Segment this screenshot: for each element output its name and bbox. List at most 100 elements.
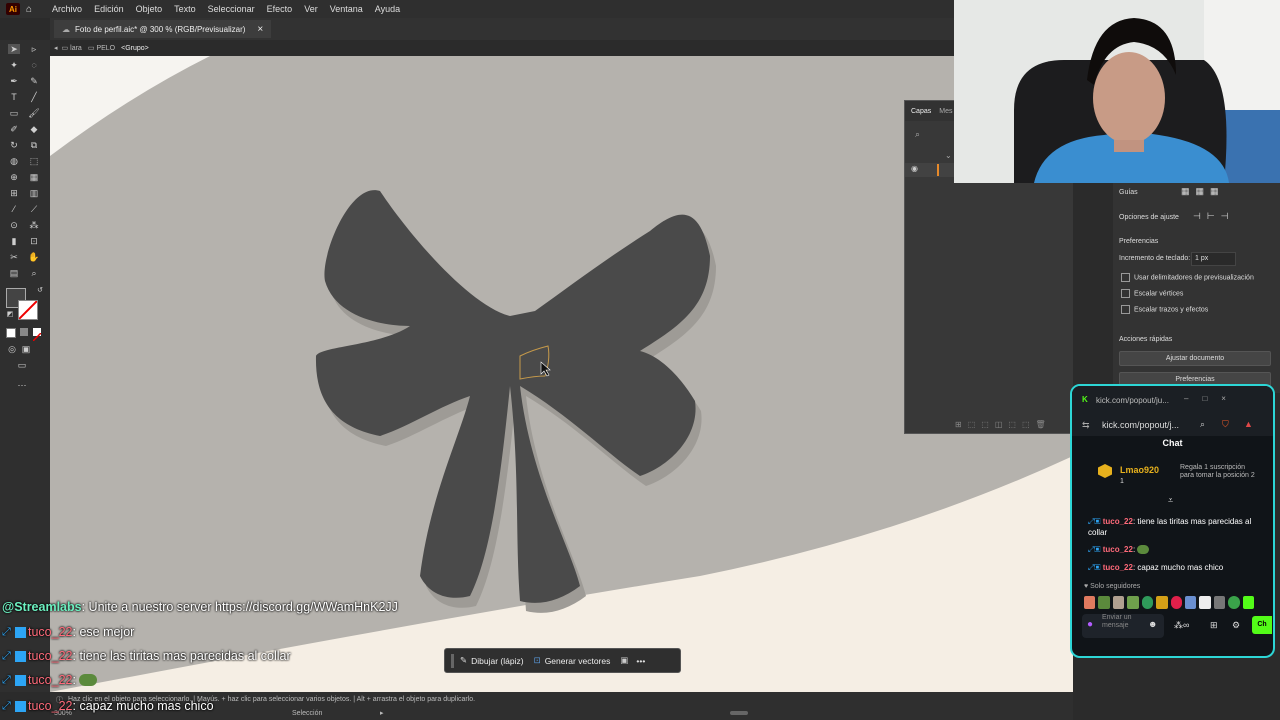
emote-icon[interactable] [1098, 596, 1110, 609]
emote-icon[interactable] [1213, 596, 1226, 609]
direct-selection-tool-icon[interactable]: ▹ [28, 44, 40, 54]
image-icon[interactable]: ▣ [620, 655, 628, 666]
stroke-swatch[interactable] [18, 300, 38, 320]
checkbox-preview-bounds[interactable]: Usar delimitadores de previsualización [1121, 273, 1254, 282]
emote-icon[interactable] [1228, 596, 1240, 609]
emote-icon[interactable] [1170, 596, 1182, 609]
paintbrush-icon[interactable]: 🖌 [28, 108, 40, 118]
menu-efecto[interactable]: Efecto [261, 4, 299, 14]
chat-input[interactable]: ● Enviar un mensaje ☻ [1082, 614, 1164, 638]
color-mode-icon[interactable] [6, 328, 16, 338]
menu-ventana[interactable]: Ventana [324, 4, 369, 14]
emoji-icon[interactable]: ☻ [1148, 619, 1157, 629]
layer-actions[interactable]: ⊞⬚⬚◫⬚⬚🗑 [955, 420, 1052, 429]
emote-icon[interactable] [1184, 596, 1197, 609]
generate-vectors-button[interactable]: Generar vectores [545, 656, 611, 666]
gradient-mode-icon[interactable] [20, 328, 28, 336]
emote-icon[interactable] [1242, 596, 1255, 609]
window-controls[interactable]: –□× [1184, 394, 1240, 403]
scale-tool-icon[interactable]: ⧉ [28, 140, 40, 150]
zoom-icon[interactable]: ⌕ [1200, 419, 1205, 430]
graph-tool-icon[interactable]: ▮ [8, 236, 20, 246]
search-icon[interactable]: ⌕ [915, 129, 920, 140]
visibility-eye-icon[interactable]: ◉ [911, 164, 918, 173]
site-settings-icon[interactable]: ⇆ [1082, 420, 1090, 431]
mesh-tool-icon[interactable]: ⊞ [8, 188, 20, 198]
curvature-tool-icon[interactable]: ✎ [28, 76, 40, 86]
checkbox-scale-corners[interactable]: Escalar vértices [1121, 289, 1183, 298]
close-tab-icon[interactable]: × [257, 24, 263, 35]
kick-url[interactable]: kick.com/popout/j... [1102, 420, 1179, 430]
eyedropper-icon[interactable]: ⁄ [8, 204, 20, 214]
magic-wand-icon[interactable]: ✦ [8, 60, 20, 70]
breadcrumb-layer2[interactable]: PELO [96, 45, 115, 52]
free-transform-icon[interactable]: ⬚ [28, 156, 40, 166]
brave-shield-icon[interactable]: ⛉ [1222, 419, 1229, 430]
menu-edicion[interactable]: Edición [88, 4, 130, 14]
menu-ver[interactable]: Ver [298, 4, 324, 14]
zoom-tool-icon[interactable]: ⌕ [28, 268, 40, 278]
default-colors-icon[interactable]: ◩ [4, 310, 16, 320]
print-tiling-icon[interactable]: ▤ [8, 268, 20, 278]
shape-builder-icon[interactable]: ⊕ [8, 172, 20, 182]
menu-ayuda[interactable]: Ayuda [369, 4, 406, 14]
chat-username[interactable]: tuco_22 [1103, 517, 1133, 526]
emote-icon[interactable] [1084, 596, 1096, 609]
document-tab[interactable]: ☁ Foto de perfil.aic* @ 300 % (RGB/Previ… [54, 20, 272, 38]
pen-tool-icon[interactable]: ✒ [8, 76, 20, 86]
settings-gear-icon[interactable]: ⚙ [1232, 620, 1240, 631]
none-mode-icon[interactable] [32, 328, 42, 342]
breadcrumb-group[interactable]: <Grupo> [121, 45, 149, 52]
emote-row[interactable] [1084, 596, 1255, 610]
warp-tool-icon[interactable]: ◍ [8, 156, 20, 166]
swap-colors-icon[interactable]: ↺ [34, 286, 46, 296]
guides-icons[interactable]: ▦▦▦ [1181, 186, 1225, 197]
tab-layers[interactable]: Capas [905, 108, 937, 115]
more-options-button[interactable]: ••• [636, 656, 645, 666]
gift-icon[interactable]: ⊞ [1210, 620, 1218, 631]
microphone-icon[interactable]: ● [1087, 619, 1093, 630]
snap-icons[interactable]: ⊣⊢⊣ [1193, 211, 1235, 222]
chevrons-down-icon[interactable]: ⩡ [1168, 495, 1173, 506]
keyboard-increment-field[interactable]: 1 px [1191, 252, 1236, 266]
emote-icon[interactable] [1127, 596, 1139, 609]
fit-document-button[interactable]: Ajustar documento [1119, 351, 1271, 366]
more-tools-icon[interactable]: ⋯ [16, 380, 28, 390]
tab-mes[interactable]: Mes [937, 108, 954, 115]
hand-tool-icon[interactable]: ✋ [28, 252, 40, 262]
shaper-tool-icon[interactable]: ✐ [8, 124, 20, 134]
draw-pencil-button[interactable]: Dibujar (lápiz) [471, 656, 523, 666]
rewards-icon[interactable]: ▲ [1244, 419, 1253, 429]
points-icon[interactable]: ⁂∞ [1174, 620, 1189, 631]
blend-tool-icon[interactable]: ⊙ [8, 220, 20, 230]
chevron-down-icon[interactable]: ⌄ [945, 151, 952, 160]
rotate-tool-icon[interactable]: ↻ [8, 140, 20, 150]
symbol-sprayer-icon[interactable]: ⁂ [28, 220, 40, 230]
rectangle-tool-icon[interactable]: ▭ [8, 108, 20, 118]
back-arrow-icon[interactable]: ◂ [54, 44, 58, 52]
breadcrumb-layer1[interactable]: lara [70, 45, 82, 52]
perspective-grid-icon[interactable]: ▦ [28, 172, 40, 182]
send-chat-button[interactable]: Ch [1252, 616, 1272, 634]
menu-objeto[interactable]: Objeto [130, 4, 169, 14]
emote-icon[interactable] [1156, 596, 1168, 609]
gradient-tool-icon[interactable]: ▥ [28, 188, 40, 198]
checkbox-scale-strokes[interactable]: Escalar trazos y efectos [1121, 305, 1208, 314]
chat-username[interactable]: tuco_22 [1103, 545, 1133, 554]
line-tool-icon[interactable]: ╱ [28, 92, 40, 102]
artboard-tool-icon[interactable]: ⊡ [28, 236, 40, 246]
menu-archivo[interactable]: Archivo [46, 4, 88, 14]
slice-tool-icon[interactable]: ✂ [8, 252, 20, 262]
emote-icon[interactable] [1199, 596, 1211, 609]
screen-mode-icon[interactable]: ▣ [20, 344, 32, 354]
eraser-icon[interactable]: ◆ [28, 124, 40, 134]
change-screen-mode-icon[interactable]: ▭ [16, 360, 28, 370]
type-tool-icon[interactable]: T [8, 92, 20, 102]
emote-icon[interactable] [1112, 596, 1125, 609]
selection-tool-icon[interactable]: ➤ [8, 44, 20, 54]
measure-icon[interactable]: ⟋ [28, 204, 40, 214]
menu-texto[interactable]: Texto [168, 4, 202, 14]
gift-user[interactable]: Lmao920 [1120, 465, 1159, 475]
horizontal-scrollbar[interactable] [730, 711, 748, 715]
emote-icon[interactable] [1141, 596, 1154, 609]
